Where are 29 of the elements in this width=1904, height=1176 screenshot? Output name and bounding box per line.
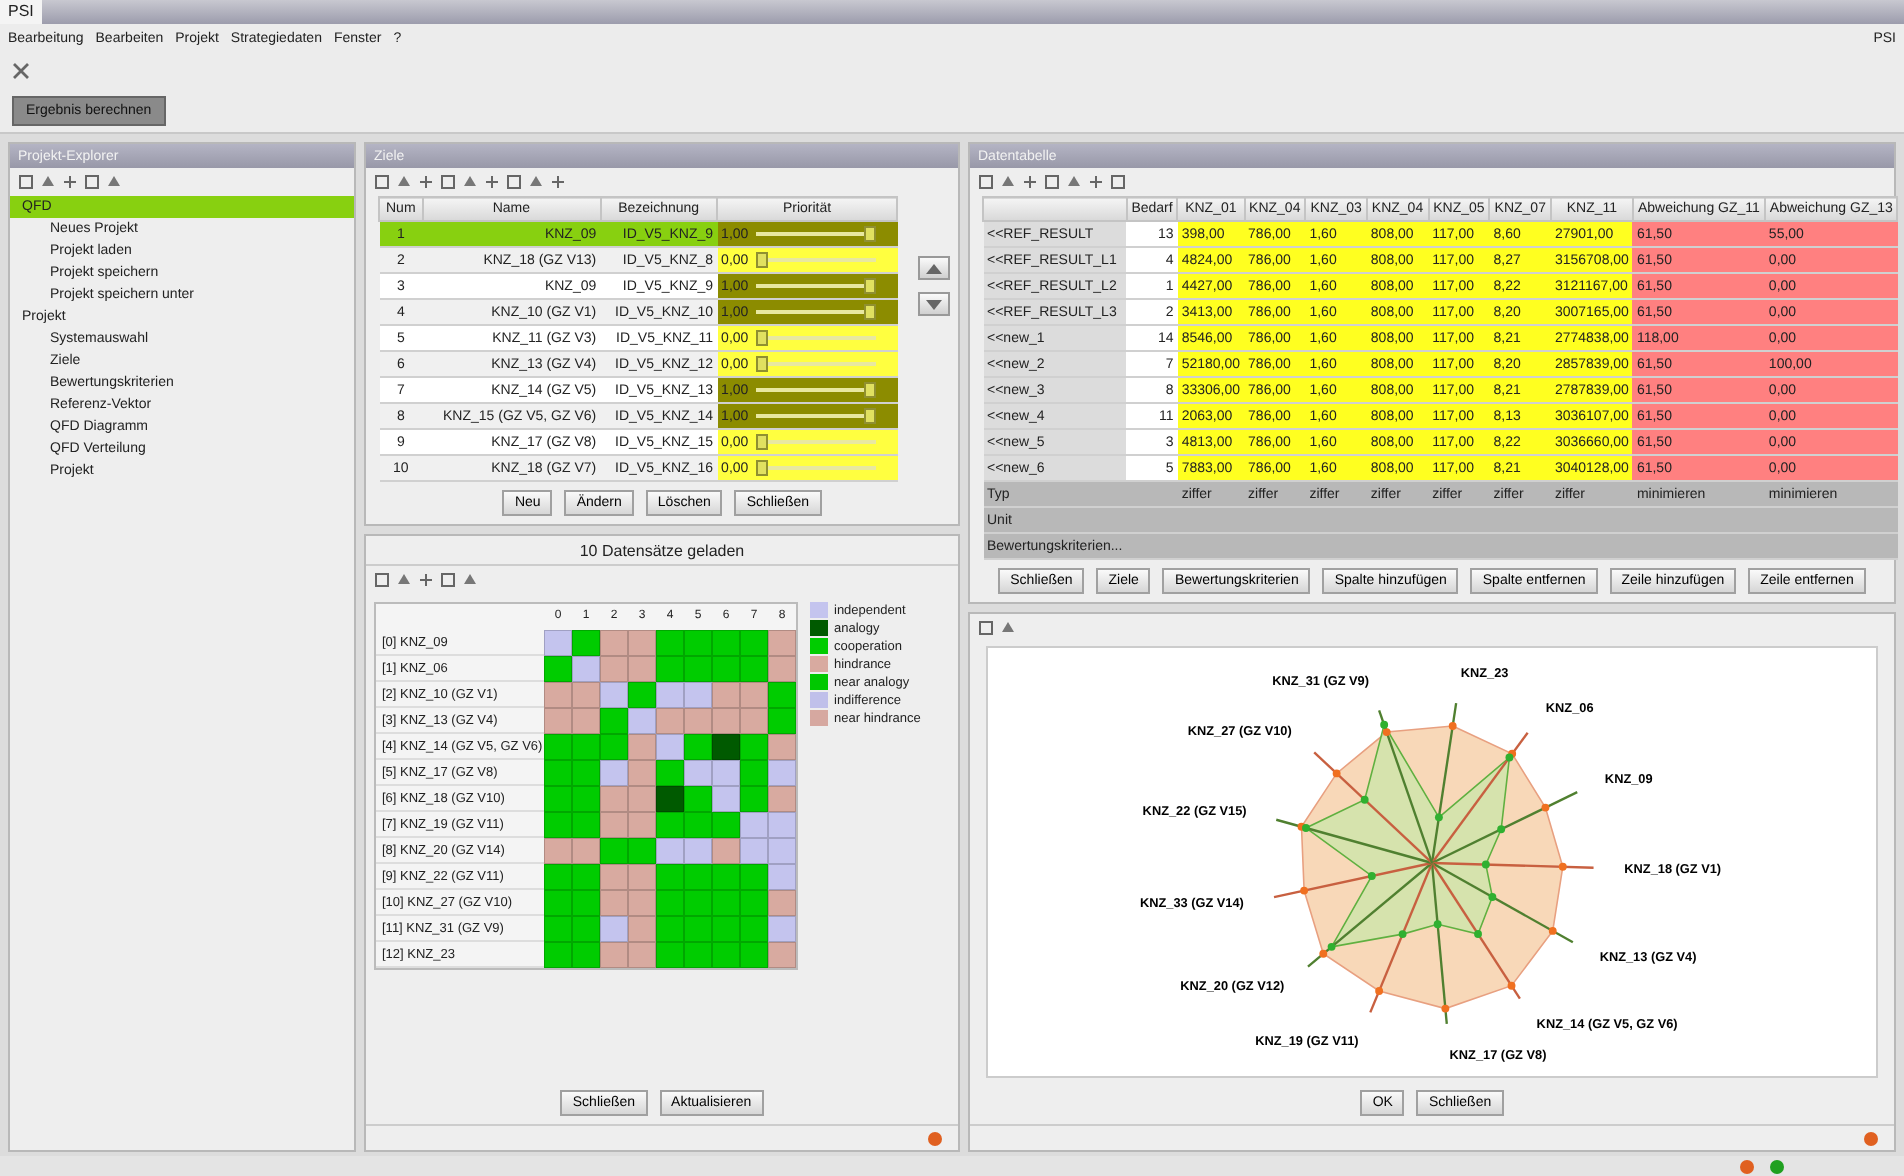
- priority-slider[interactable]: [756, 330, 877, 346]
- close-icon[interactable]: [12, 61, 30, 79]
- toolbar-icon[interactable]: [418, 174, 434, 190]
- priority-slider[interactable]: [756, 408, 877, 424]
- toolbar-icon[interactable]: [1110, 174, 1126, 190]
- status-icon: [928, 1131, 942, 1145]
- priority-slider[interactable]: [756, 278, 877, 294]
- status-icon: [1770, 1159, 1784, 1173]
- up-triangle-icon: [926, 263, 942, 273]
- priority-slider[interactable]: [756, 460, 877, 476]
- status-icon: [1864, 1131, 1878, 1145]
- priority-slider[interactable]: [756, 356, 877, 372]
- priority-slider[interactable]: [756, 226, 877, 242]
- move-down-button[interactable]: [918, 292, 950, 316]
- priority-slider[interactable]: [756, 252, 877, 268]
- status-text: 10 Datensätze geladen: [579, 541, 745, 559]
- priority-slider[interactable]: [756, 382, 877, 398]
- toolbar-icon[interactable]: [550, 174, 566, 190]
- status-icon: [1740, 1159, 1754, 1173]
- toolbar-icon[interactable]: [1022, 174, 1038, 190]
- priority-slider[interactable]: [756, 434, 877, 450]
- app-logo: PSI: [0, 0, 42, 24]
- toolbar-icon[interactable]: [1088, 174, 1104, 190]
- down-triangle-icon: [926, 299, 942, 309]
- toolbar-icon[interactable]: [418, 572, 434, 588]
- toolbar-icon[interactable]: [62, 174, 78, 190]
- move-up-button[interactable]: [918, 256, 950, 280]
- toolbar-icon[interactable]: [484, 174, 500, 190]
- priority-slider[interactable]: [756, 304, 877, 320]
